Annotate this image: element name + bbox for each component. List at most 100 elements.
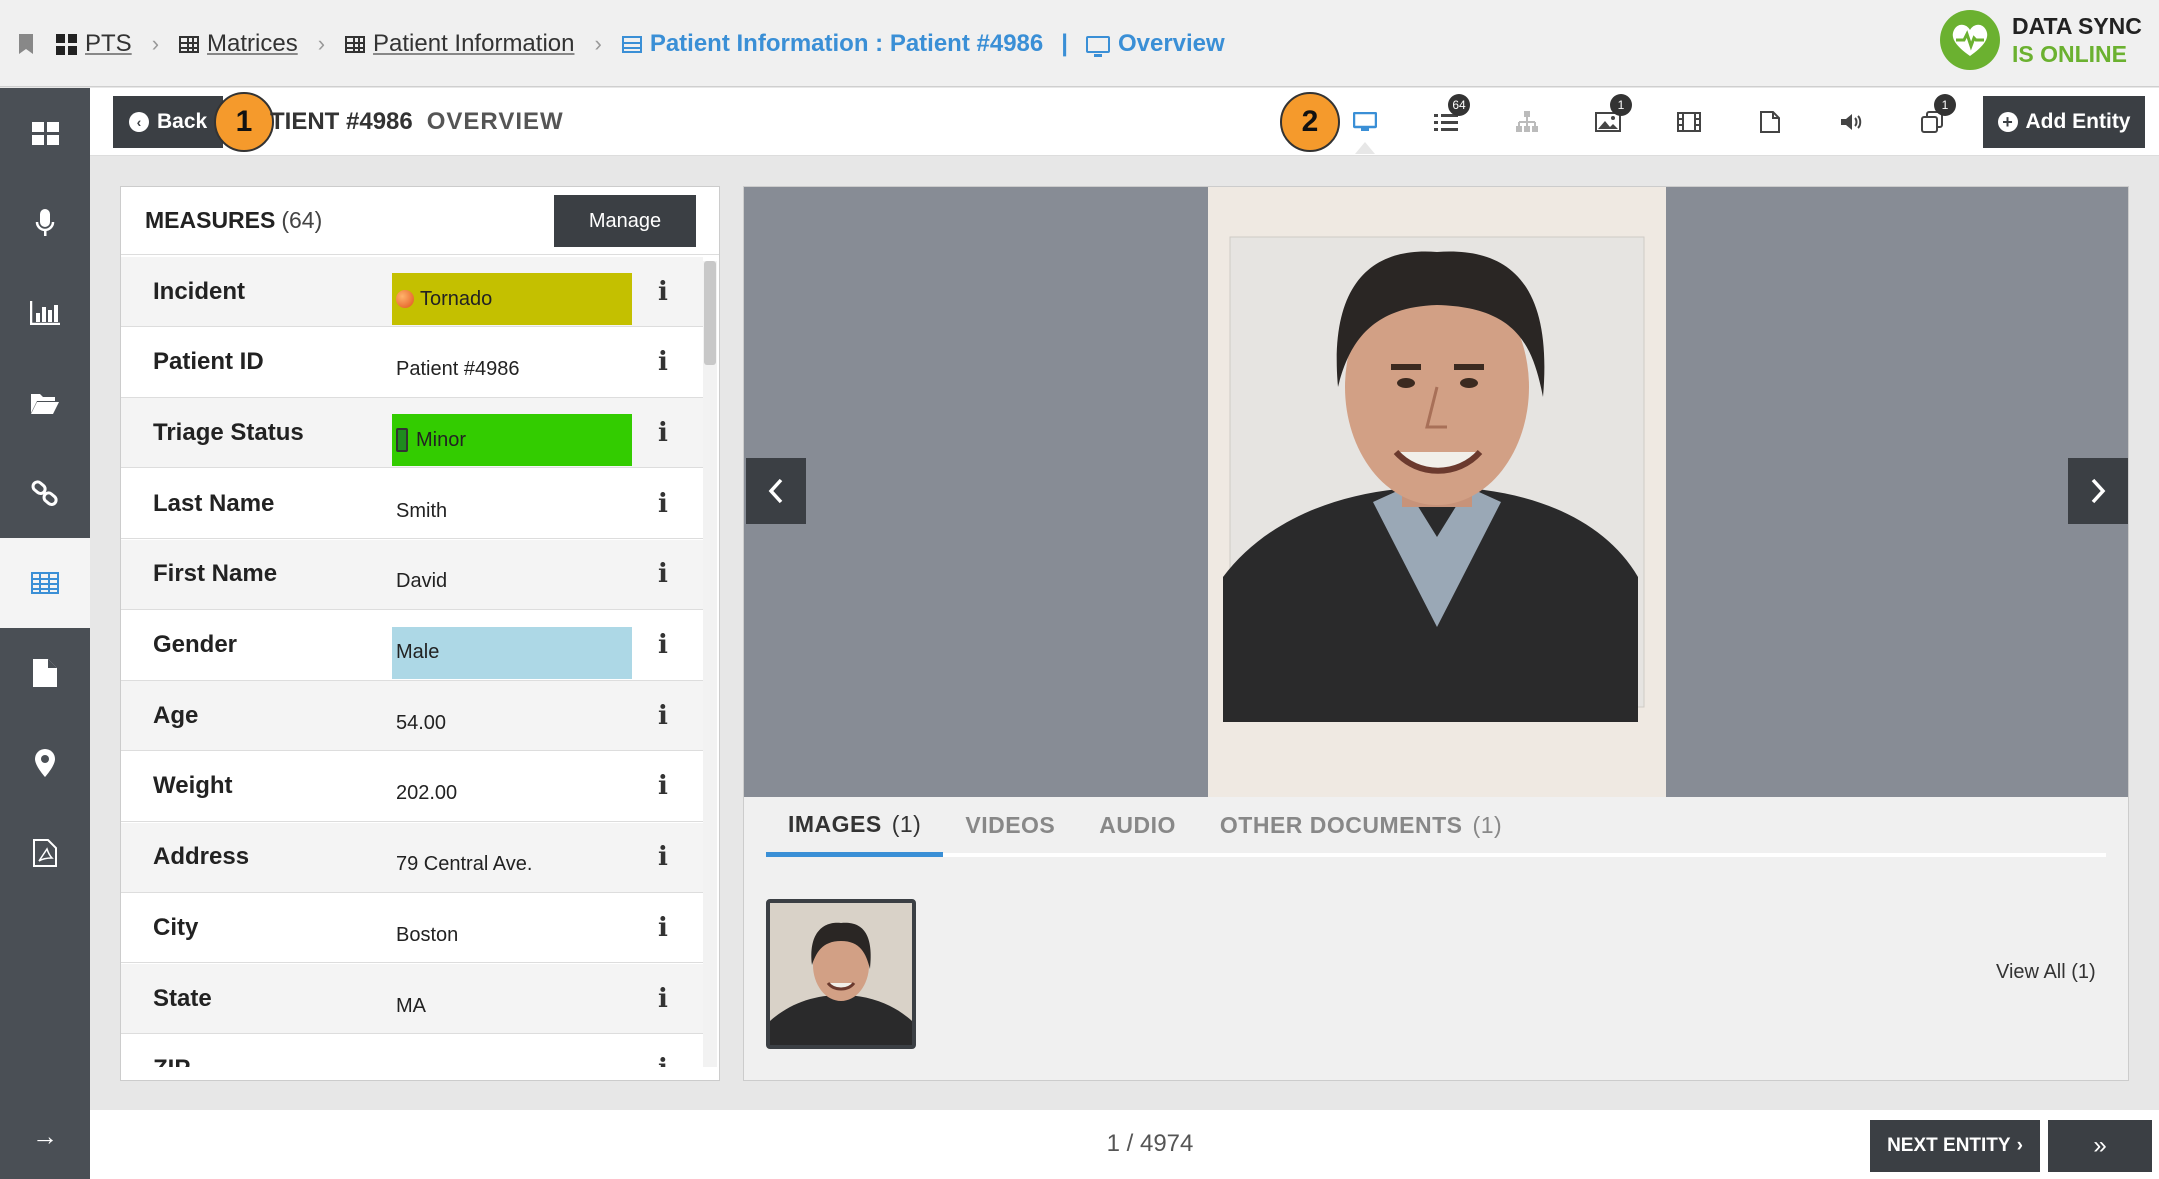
sidebar-item-reports[interactable]: [0, 268, 90, 358]
info-icon[interactable]: i: [658, 347, 668, 377]
manage-button[interactable]: Manage: [554, 195, 696, 247]
tool-videos[interactable]: [1659, 100, 1719, 144]
info-icon[interactable]: i: [658, 277, 668, 307]
sidebar-item-files[interactable]: [0, 358, 90, 448]
measure-row: Triage Status Minor i: [121, 398, 703, 469]
tab-images[interactable]: IMAGES (1): [766, 797, 944, 857]
tool-documents[interactable]: [1740, 100, 1800, 144]
info-icon[interactable]: i: [658, 489, 668, 519]
add-entity-label: Add Entity: [2025, 110, 2131, 133]
breadcrumb-chevron-icon: ›: [151, 31, 160, 56]
measure-key: Address: [153, 843, 250, 871]
patient-photo[interactable]: [1208, 187, 1666, 797]
sidebar-item-pdf[interactable]: [0, 808, 90, 898]
tool-overview[interactable]: [1335, 100, 1395, 154]
measures-count: (64): [281, 207, 323, 233]
chevron-right-icon: [2091, 478, 2106, 504]
info-icon[interactable]: i: [658, 913, 668, 943]
portrait-image: [1208, 187, 1666, 797]
bookmark-icon[interactable]: [18, 34, 34, 54]
measures-list[interactable]: Incident Tornado i Patient ID Patient #4986 i…: [121, 257, 703, 1067]
tab-videos[interactable]: VIDEOS: [943, 795, 1077, 855]
sidebar-item-dashboard[interactable]: [0, 88, 90, 178]
measure-row: City Boston i: [121, 893, 703, 964]
measure-row: State MA i: [121, 964, 703, 1034]
dashboard-icon: [56, 33, 77, 55]
scrollbar-thumb[interactable]: [704, 261, 716, 365]
measure-value-text: Tornado: [420, 287, 493, 310]
chevron-right-icon: ›: [2016, 1135, 2023, 1156]
sidebar-item-links[interactable]: [0, 448, 90, 538]
tool-audio[interactable]: [1821, 100, 1881, 144]
measure-value-text: 202.00: [396, 782, 458, 805]
measure-key: Triage Status: [153, 418, 304, 446]
measure-value: Tornado: [392, 273, 632, 325]
measure-key: State: [153, 984, 212, 1012]
back-label: Back: [157, 110, 208, 133]
measure-key: Patient ID: [153, 348, 264, 376]
info-icon[interactable]: i: [658, 984, 668, 1014]
add-entity-button[interactable]: + Add Entity: [1983, 96, 2145, 148]
breadcrumb-current-label: Patient Information : Patient #4986: [649, 30, 1044, 57]
volume-icon: [1841, 114, 1862, 130]
data-sync-status: DATA SYNC IS ONLINE: [1940, 10, 2142, 70]
monitor-icon: [1085, 35, 1110, 57]
previous-image-button[interactable]: [746, 458, 806, 524]
info-icon[interactable]: i: [658, 701, 668, 731]
info-icon[interactable]: i: [658, 771, 668, 801]
measures-title: MEASURES: [145, 207, 276, 233]
measure-value-text: Boston: [396, 923, 459, 946]
double-chevron-right-icon: »: [2093, 1132, 2107, 1159]
view-subtitle: OVERVIEW: [426, 108, 564, 135]
info-icon[interactable]: i: [658, 418, 668, 448]
info-icon[interactable]: i: [658, 630, 668, 660]
tool-other-documents[interactable]: 1: [1902, 94, 1962, 144]
breadcrumb-current: Patient Information : Patient #4986: [621, 30, 1044, 58]
sidebar-item-map[interactable]: [0, 718, 90, 808]
measure-value: [392, 1051, 632, 1067]
breadcrumb-chevron-icon: ›: [594, 31, 602, 56]
breadcrumb-item-pts[interactable]: PTS: [56, 30, 132, 58]
tab-other-documents[interactable]: OTHER DOCUMENTS (1): [1198, 795, 1524, 855]
pdf-icon: [33, 839, 57, 867]
film-icon: [1677, 112, 1701, 132]
tool-measures[interactable]: 64: [1416, 94, 1476, 144]
media-viewer: IMAGES (1) VIDEOS AUDIO OTHER DOCUMENTS (1…: [743, 186, 2129, 1081]
measure-key: ZIP: [153, 1055, 190, 1067]
tool-images[interactable]: 1: [1578, 94, 1638, 144]
measures-scrollbar[interactable]: [703, 261, 717, 1067]
next-image-button[interactable]: [2068, 458, 2128, 524]
measure-value: Boston: [392, 909, 632, 961]
tool-hierarchy[interactable]: [1497, 100, 1557, 144]
info-icon[interactable]: i: [658, 559, 668, 589]
table-icon: [345, 35, 366, 53]
dashboard-icon: [31, 121, 59, 145]
measure-value: Patient #4986: [392, 344, 632, 396]
document-icon: [33, 659, 57, 687]
chevron-left-icon: [768, 478, 783, 504]
back-button[interactable]: ‹ Back: [113, 96, 223, 148]
info-icon[interactable]: i: [658, 842, 668, 872]
measure-row: First Name David i: [121, 539, 703, 610]
last-entity-button[interactable]: »: [2048, 1120, 2152, 1172]
breadcrumb-view: Overview: [1085, 30, 1225, 58]
entity-pager: 1 / 4974: [1106, 1130, 1194, 1157]
info-icon[interactable]: i: [658, 1054, 668, 1067]
measure-value-text: Smith: [396, 499, 448, 522]
plus-circle-icon: +: [1997, 112, 2018, 132]
measure-value: David: [392, 556, 632, 608]
file-icon: [1760, 111, 1780, 133]
active-pointer-icon: [1355, 142, 1375, 154]
sidebar-item-matrices[interactable]: [0, 538, 90, 628]
record-icon: [621, 35, 642, 53]
image-thumbnail[interactable]: [766, 899, 916, 1049]
breadcrumb-item-matrices[interactable]: Matrices: [179, 30, 298, 58]
exit-arrow-icon[interactable]: →: [0, 1110, 90, 1162]
next-entity-button[interactable]: NEXT ENTITY ›: [1870, 1120, 2040, 1172]
sidebar-item-voice[interactable]: [0, 178, 90, 268]
sidebar-item-documents[interactable]: [0, 628, 90, 718]
map-pin-icon: [35, 749, 55, 777]
breadcrumb-item-patient-information[interactable]: Patient Information: [345, 30, 574, 58]
view-all-link[interactable]: View All (1): [1996, 961, 2096, 984]
tab-audio[interactable]: AUDIO: [1077, 795, 1198, 855]
